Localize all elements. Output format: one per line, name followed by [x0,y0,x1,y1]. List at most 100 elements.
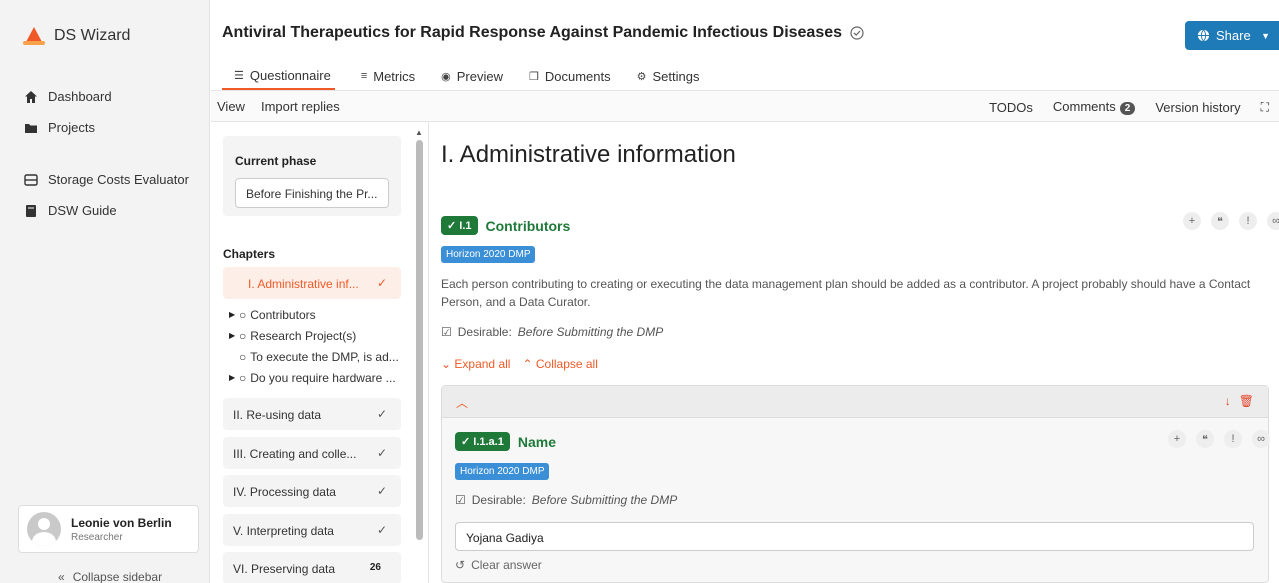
check-icon: ✓ [376,446,387,460]
chapters-scrollbar[interactable]: ▲ [415,128,424,583]
chapter-item-reusing[interactable]: II. Re-using data ✓ [223,398,401,430]
sidebar-item-label: Projects [48,120,95,135]
tab-label: Preview [456,68,503,84]
scroll-up-arrow-icon[interactable]: ▲ [415,128,423,137]
version-history-button[interactable]: Version history [1155,100,1240,115]
undo-icon: ↺ [455,558,466,572]
tab-label: Settings [652,68,700,84]
user-card[interactable]: Leonie von Berlin Researcher [18,505,199,553]
exclamation-icon[interactable]: ! [1224,430,1242,448]
sidebar-item-label: Dashboard [48,89,112,104]
scroll-thumb[interactable] [416,140,423,540]
phase-select[interactable]: Before Finishing the Pr... [235,178,389,208]
tab-settings[interactable]: ⚙ Settings [637,62,700,90]
clear-answer-button[interactable]: ↺ Clear answer [455,558,542,572]
phase-box: Current phase Before Finishing the Pr... [223,136,401,216]
question-list: ▶ ○ Contributors ▶ ○ Research Project(s)… [229,304,409,388]
question-item-contributors[interactable]: ▶ ○ Contributors [229,304,409,325]
chapter-item-processing[interactable]: IV. Processing data ✓ [223,475,401,507]
comments-icon[interactable]: ❝ [1196,430,1214,448]
sidebar-item-projects[interactable]: Projects [24,112,204,143]
tab-metrics[interactable]: ≡ Metrics [361,62,415,90]
item-header: ︿ ↓ 🗑 [442,386,1268,418]
comment-icon: ○ [239,349,247,364]
add-icon[interactable]: + [1183,212,1201,230]
chapter-item-creating[interactable]: III. Creating and colle... ✓ [223,437,401,469]
comments-count-badge: 2 [1119,102,1136,115]
chapters-title: Chapters [223,247,276,261]
chapter-label: II. Re-using data [233,408,322,422]
exclamation-icon[interactable]: ! [1239,212,1257,230]
question-item-execute-dmp[interactable]: ○ To execute the DMP, is ad... [229,346,409,367]
unanswered-count: 26 [369,562,381,573]
name-answer-input[interactable]: Yojana Gadiya [455,522,1254,551]
move-down-icon[interactable]: ↓ [1225,394,1231,408]
comments-button[interactable]: Comments 2 [1052,99,1136,115]
import-replies-button[interactable]: Import replies [261,99,340,114]
item-number-badge: ✓ I.1.a.1 [455,432,510,451]
question-label: Research Project(s) [250,328,357,343]
tab-label: Documents [544,68,611,84]
question-title: Contributors [485,217,571,234]
tabs: ☰ Questionnaire ≡ Metrics ◉ Preview ❐ Do… [222,62,699,90]
check-icon: ✓ [376,484,387,498]
eye-icon: ◉ [441,70,451,83]
tab-preview[interactable]: ◉ Preview [441,62,503,90]
caret-right-icon[interactable]: ▶ [229,331,235,340]
caret-down-icon[interactable]: ▼ [1261,31,1270,41]
nav-main: Dashboard Projects [24,81,204,143]
link-icon[interactable]: ∞ [1252,430,1270,448]
chapter-item-preserving[interactable]: VI. Preserving data 26 [223,552,401,583]
question-item-research-projects[interactable]: ▶ ○ Research Project(s) [229,325,409,346]
comments-icon[interactable]: ❝ [1211,212,1229,230]
item-question-header: ✓ I.1.a.1 Name [455,432,556,451]
caret-right-icon[interactable]: ▶ [229,310,235,319]
todos-button[interactable]: TODOs [989,100,1033,115]
check-icon: ✓ [376,407,387,421]
desirable-value: Before Submitting the DMP [517,325,664,339]
tab-documents[interactable]: ❐ Documents [529,62,611,90]
page-title: Antiviral Therapeutics for Rapid Respons… [222,24,843,41]
share-button[interactable]: Share ▼ [1185,21,1279,50]
chapter-label: I. Administrative inf... [248,277,359,291]
view-menu[interactable]: View [217,99,245,114]
sidebar-item-storage-costs[interactable]: Storage Costs Evaluator [24,164,204,195]
question-label: Do you require hardware ... [250,370,396,385]
caret-right-icon[interactable]: ▶ [229,373,235,382]
sidebar-item-dsw-guide[interactable]: DSW Guide [24,195,204,226]
checkbox-icon: ☑ [441,325,452,339]
desirable-phase: ☑ Desirable: Before Submitting the DMP [441,325,663,339]
sidebar-item-dashboard[interactable]: Dashboard [24,81,204,112]
home-icon [25,90,37,103]
title-row: Antiviral Therapeutics for Rapid Respons… [222,24,864,42]
collapse-sidebar-button[interactable]: « Collapse sidebar [58,570,162,583]
trash-icon[interactable]: 🗑 [1239,394,1254,408]
collapse-all-button[interactable]: ⌃ Collapse all [522,357,597,371]
user-role: Researcher [71,531,123,543]
question-number-badge: ✓ I.1 [441,216,478,235]
expand-all-button[interactable]: ⌄ Expand all [441,357,510,371]
folder-icon [25,123,37,133]
wizard-hat-icon [23,27,45,45]
comments-label: Comments [1052,99,1116,114]
question-label: Contributors [250,307,316,322]
metrics-icon: ≡ [360,70,368,82]
expand-collapse-row: ⌄ Expand all ⌃ Collapse all [441,357,598,371]
fullscreen-icon[interactable]: ⛶ [1261,100,1269,115]
question-description: Each person contributing to creating or … [441,277,1251,309]
add-icon[interactable]: + [1168,430,1186,448]
tab-questionnaire[interactable]: ☰ Questionnaire [222,62,335,90]
chapter-label: III. Creating and colle... [233,447,357,461]
sidebar-item-label: DSW Guide [48,203,117,218]
brand[interactable]: DS Wizard [22,26,130,46]
list-item: ︿ ↓ 🗑 [441,385,1269,583]
chapter-item-interpreting[interactable]: V. Interpreting data ✓ [223,514,401,546]
user-name: Leonie von Berlin [71,515,172,530]
question-item-hardware[interactable]: ▶ ○ Do you require hardware ... [229,367,409,388]
question-header: ✓ I.1 Contributors [441,216,570,235]
link-icon[interactable]: ∞ [1267,212,1279,230]
chevron-up-icon[interactable]: ︿ [456,394,468,411]
chapter-item-administrative[interactable]: I. Administrative inf... ✓ [223,267,401,299]
chapters-panel: Current phase Before Finishing the Pr...… [211,122,429,583]
tag-horizon-2020: Horizon 2020 DMP [455,463,550,480]
